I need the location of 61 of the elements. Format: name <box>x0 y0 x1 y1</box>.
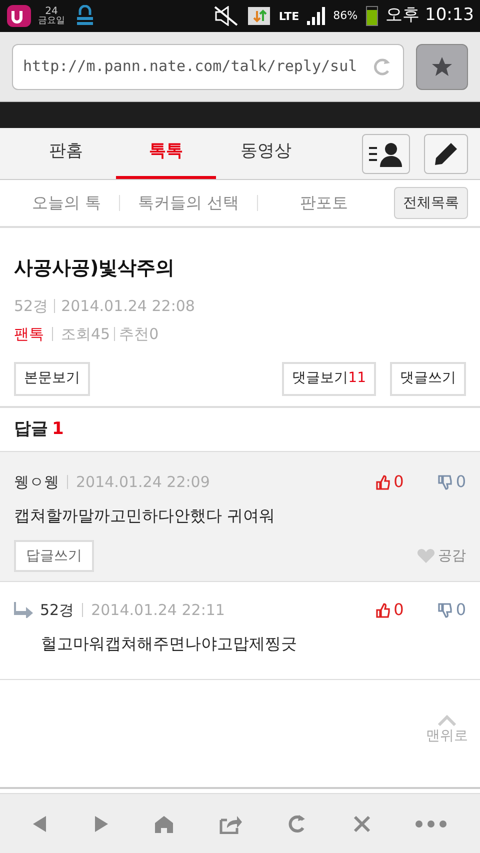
battery-icon <box>366 6 378 26</box>
reply-button[interactable]: 답글쓰기 <box>14 540 94 572</box>
write-button[interactable] <box>424 134 468 174</box>
comment-text: 헐고마워캡쳐해주면나야고맙제찡긋 <box>40 633 298 655</box>
heart-icon <box>417 548 435 564</box>
dislike-count: 0 <box>456 471 466 493</box>
thumbs-up-icon <box>376 474 390 490</box>
nav-tab[interactable]: 톡톡 <box>116 128 216 179</box>
network-label: LTE <box>278 10 300 22</box>
url-text: http://m.pann.nate.com/talk/reply/sul <box>23 56 358 78</box>
lock-icon <box>75 5 95 27</box>
forward-icon[interactable] <box>93 814 110 832</box>
thumbs-up-icon <box>376 602 390 618</box>
clock: 오후 10:13 <box>386 4 474 28</box>
replies-count: 1 <box>52 418 64 441</box>
app-badge-icon <box>6 4 32 28</box>
home-icon[interactable] <box>154 814 174 832</box>
url-field[interactable]: http://m.pann.nate.com/talk/reply/sul <box>12 44 404 90</box>
date-weekday: 금요일 <box>38 16 65 26</box>
comment-author: 웽ㅇ웽 <box>14 472 59 493</box>
more-icon[interactable] <box>415 820 448 828</box>
download-icon <box>246 6 271 26</box>
write-comment-button[interactable]: 댓글쓰기 <box>390 362 466 396</box>
subnav-link[interactable]: 판포토 <box>300 191 348 215</box>
profile-list-button[interactable] <box>362 134 410 174</box>
share-icon[interactable] <box>218 814 243 834</box>
post-category: 팬톡 <box>14 324 44 345</box>
comment-author: 52경 <box>40 600 74 621</box>
date-day: 24 <box>45 6 58 16</box>
pencil-icon <box>433 140 459 166</box>
comment-date: 2014.01.24 22:09 <box>76 472 210 493</box>
all-list-button[interactable]: 전체목록 <box>394 187 468 219</box>
reply-arrow-icon <box>14 602 34 618</box>
subnav-link[interactable]: 오늘의 톡 <box>32 191 102 215</box>
battery-percent: 86% <box>333 8 358 24</box>
subnav-link[interactable]: 톡커들의 선택 <box>138 191 240 215</box>
like-count: 0 <box>394 471 404 493</box>
mute-icon <box>212 6 239 26</box>
dislike-count: 0 <box>456 599 466 621</box>
replies-heading: 답글 <box>14 418 48 441</box>
nav-tab[interactable]: 동영상 <box>216 128 316 179</box>
comment-text: 캡쳐할까말까고민하다안했다 귀여워 <box>14 505 276 527</box>
thumbs-down-icon <box>438 474 452 490</box>
back-icon[interactable] <box>32 814 48 832</box>
close-icon[interactable] <box>352 814 371 832</box>
thumbs-down-icon <box>438 602 452 618</box>
view-comments-button[interactable]: 댓글보기 11 <box>282 362 376 396</box>
view-body-button[interactable]: 본문보기 <box>14 362 90 396</box>
user-list-icon <box>369 140 403 166</box>
post-author: 52경 <box>14 296 48 316</box>
like-count: 0 <box>394 599 404 621</box>
star-icon <box>430 54 454 78</box>
recommend-count: 추천0 <box>119 324 159 345</box>
comment-date: 2014.01.24 22:11 <box>91 600 225 621</box>
chevron-up-icon <box>437 714 457 726</box>
post-date: 2014.01.24 22:08 <box>61 296 195 316</box>
post-title: 사공사공)빛삭주의 <box>14 256 176 281</box>
signal-icon <box>307 7 326 25</box>
view-count: 조회45 <box>61 324 110 345</box>
nav-tab[interactable]: 판홈 <box>16 128 116 179</box>
bookmark-button[interactable] <box>416 44 468 90</box>
